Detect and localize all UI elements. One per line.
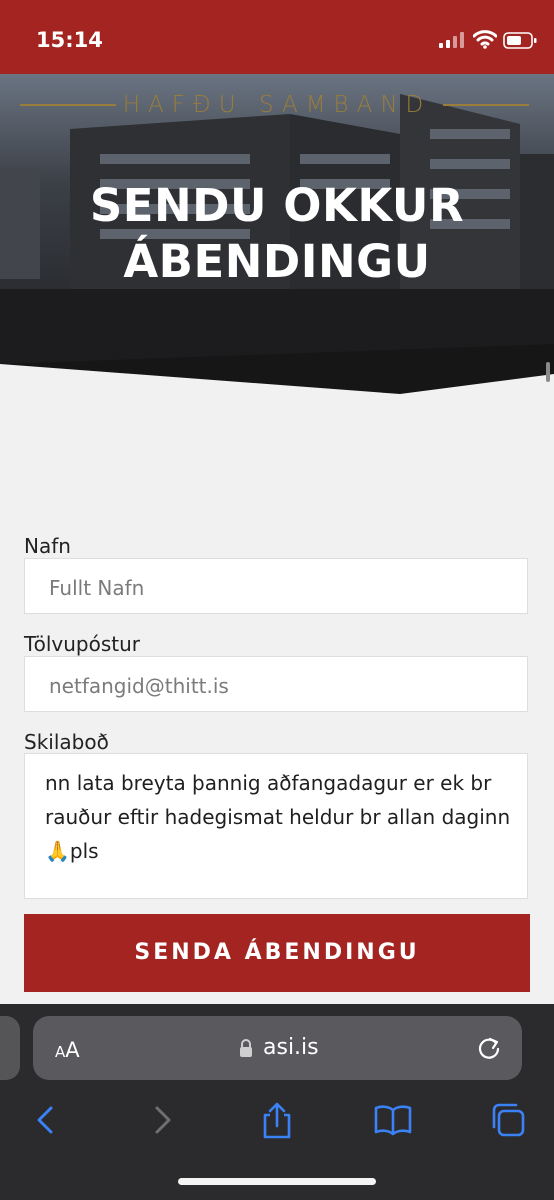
message-field[interactable]: nn lata breyta þannig aðfangadagur er ek… (24, 753, 528, 899)
share-icon[interactable] (257, 1100, 297, 1140)
submit-button[interactable]: SENDA ÁBENDINGU (24, 914, 530, 992)
hero-banner: HAFÐU SAMBAND SENDU OKKUR ÁBENDINGU (0, 74, 554, 394)
page-title-line1: SENDU OKKUR (89, 179, 465, 232)
page-title: SENDU OKKUR ÁBENDINGU (0, 178, 554, 290)
battery-icon (503, 32, 537, 49)
url-text: asi.is (263, 1035, 319, 1060)
name-placeholder: Fullt Nafn (49, 576, 145, 600)
message-line-3-text: pls (69, 839, 99, 863)
back-icon[interactable] (26, 1100, 66, 1140)
previous-tab-stub[interactable] (0, 1016, 20, 1080)
address-bar[interactable]: AA asi.is (33, 1016, 522, 1080)
message-value: nn lata breyta þannig aðfangadagur er ek… (45, 766, 513, 868)
message-line-3: 🙏pls (45, 834, 513, 868)
reload-icon[interactable] (476, 1035, 502, 1061)
eyebrow-right-line (443, 104, 529, 106)
forward-icon[interactable] (142, 1100, 182, 1140)
bookmarks-icon[interactable] (373, 1100, 413, 1140)
praying-hands-emoji: 🙏 (45, 839, 70, 863)
status-time: 15:14 (36, 28, 103, 52)
message-label: Skilaboð (24, 730, 109, 754)
name-label: Nafn (24, 534, 71, 558)
message-line-1: nn lata breyta þannig aðfangadagur er ek… (45, 771, 492, 795)
scroll-indicator[interactable] (546, 362, 550, 382)
email-field[interactable]: netfangid@thitt.is (24, 656, 528, 712)
tabs-icon[interactable] (490, 1100, 530, 1140)
page-title-line2: ÁBENDINGU (123, 235, 431, 288)
home-indicator[interactable] (178, 1178, 376, 1185)
email-placeholder: netfangid@thitt.is (49, 674, 229, 698)
wifi-icon (473, 30, 497, 49)
cellular-signal-icon (439, 32, 464, 48)
eyebrow-row: HAFÐU SAMBAND (0, 92, 554, 122)
lock-icon (240, 1039, 252, 1057)
text-size-button[interactable]: AA (55, 1038, 80, 1062)
message-line-2: rauður eftir hadegismat heldur br allan … (45, 805, 511, 829)
status-bar: 15:14 (0, 0, 554, 74)
name-field[interactable]: Fullt Nafn (24, 558, 528, 614)
email-label: Tölvupóstur (24, 632, 140, 656)
browser-toolbar: AA asi.is (0, 1004, 554, 1200)
